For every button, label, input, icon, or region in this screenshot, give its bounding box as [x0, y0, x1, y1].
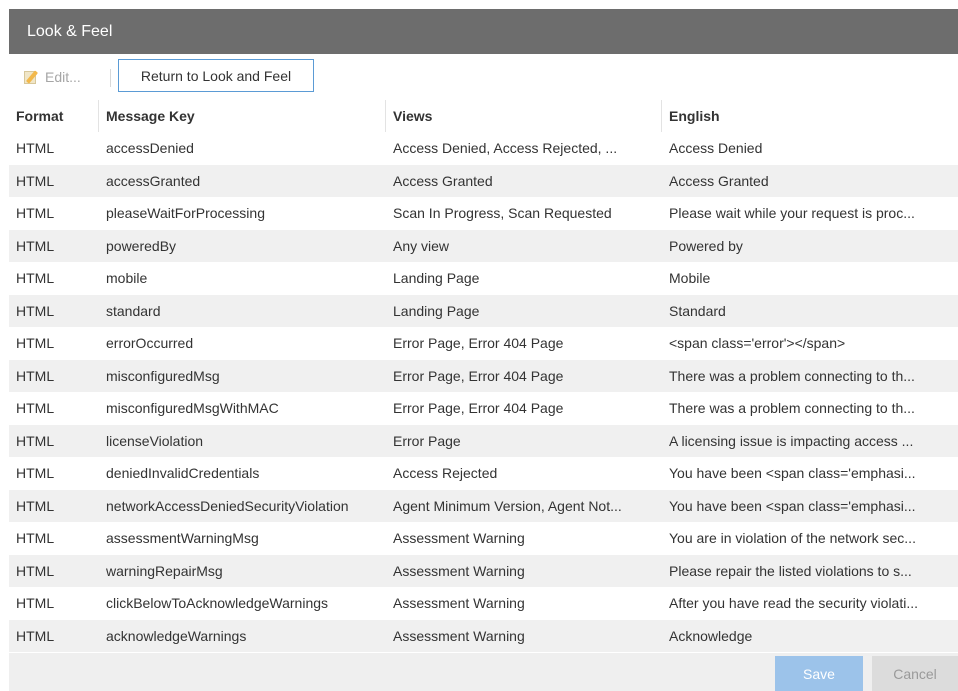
- table-header: Format Message Key Views English: [9, 100, 958, 132]
- cell-message-key: mobile: [106, 270, 148, 286]
- table-row[interactable]: HTML mobile Landing Page Mobile: [9, 262, 958, 295]
- column-header-english[interactable]: English: [662, 100, 958, 132]
- cell-english: There was a problem connecting to th...: [669, 400, 915, 416]
- cell-message-key: clickBelowToAcknowledgeWarnings: [106, 595, 329, 611]
- table-row[interactable]: HTML networkAccessDeniedSecurityViolation…: [9, 489, 958, 522]
- cell-english: After you have read the security violati…: [669, 595, 919, 611]
- cell-views: Error Page: [393, 432, 461, 449]
- cell-views: Error Page, Error 404 Page: [393, 400, 564, 416]
- window-title: Look & Feel: [27, 23, 113, 40]
- cell-english: <span class='error'></span>: [669, 335, 846, 351]
- table-row[interactable]: HTML misconfiguredMsgWithMAC Error Page, E…: [9, 392, 958, 425]
- cell-english: You are in violation of the network sec.…: [669, 530, 916, 546]
- dialog-footer: Save Cancel: [9, 653, 958, 691]
- cell-views: Scan In Progress, Scan Requested: [393, 205, 612, 221]
- table-row[interactable]: HTML pleaseWaitForProcessing Scan In Progr…: [9, 197, 958, 230]
- cell-views: Any view: [393, 237, 450, 254]
- cell-english: Standard: [669, 302, 726, 319]
- cell-message-key: assessmentWarningMsg: [106, 530, 259, 546]
- cell-english: Powered by: [669, 237, 743, 254]
- cell-views: Error Page, Error 404 Page: [393, 335, 564, 351]
- cell-views: Assessment Warning: [393, 627, 525, 644]
- cell-format: HTML: [16, 237, 55, 254]
- cell-views: Agent Minimum Version, Agent Not...: [393, 497, 622, 514]
- cell-message-key: pleaseWaitForProcessing: [106, 205, 265, 221]
- cell-english: Acknowledge: [669, 627, 753, 644]
- cell-message-key: misconfiguredMsg: [106, 367, 220, 384]
- cell-message-key: errorOccurred: [106, 335, 194, 351]
- cell-format: HTML: [16, 562, 55, 579]
- cell-english: Access Granted: [669, 172, 769, 189]
- cell-format: HTML: [16, 140, 55, 156]
- cell-message-key: accessGranted: [106, 172, 201, 189]
- table-row[interactable]: HTML deniedInvalidCredentials Access Rejec…: [9, 457, 958, 490]
- cell-format: HTML: [16, 627, 55, 644]
- cell-message-key: licenseViolation: [106, 432, 204, 449]
- cell-english: Please wait while your request is proc..…: [669, 205, 915, 221]
- cell-message-key: deniedInvalidCredentials: [106, 465, 260, 481]
- table-row[interactable]: HTML errorOccurred Error Page, Error 404 P…: [9, 327, 958, 360]
- cell-format: HTML: [16, 172, 55, 189]
- cell-english: A licensing issue is impacting access ..…: [669, 432, 914, 449]
- cell-views: Landing Page: [393, 270, 480, 286]
- edit-button-label: Edit...: [45, 69, 81, 85]
- cell-format: HTML: [16, 270, 55, 286]
- message-table: Format Message Key Views English HTML acc…: [9, 100, 958, 652]
- cell-english: Mobile: [669, 270, 711, 286]
- window-titlebar: Look & Feel: [9, 9, 958, 54]
- table-row[interactable]: HTML clickBelowToAcknowledgeWarnings Asses…: [9, 587, 958, 620]
- cell-english: You have been <span class='emphasi...: [669, 465, 916, 481]
- toolbar: Edit... Return to Look and Feel: [9, 54, 958, 100]
- cancel-button[interactable]: Cancel: [872, 656, 958, 691]
- cell-english: Please repair the listed violations to s…: [669, 562, 912, 579]
- cell-message-key: accessDenied: [106, 140, 194, 156]
- cell-views: Assessment Warning: [393, 595, 525, 611]
- cell-views: Access Rejected: [393, 465, 498, 481]
- cell-format: HTML: [16, 465, 55, 481]
- column-header-views[interactable]: Views: [386, 100, 662, 132]
- table-row[interactable]: HTML warningRepairMsg Assessment Warning Pl…: [9, 554, 958, 587]
- cell-format: HTML: [16, 595, 55, 611]
- cell-format: HTML: [16, 530, 55, 546]
- save-button[interactable]: Save: [775, 656, 863, 691]
- cell-format: HTML: [16, 205, 55, 221]
- cell-english: Access Denied: [669, 140, 763, 156]
- edit-icon: [23, 69, 39, 85]
- cell-format: HTML: [16, 497, 55, 514]
- cell-message-key: networkAccessDeniedSecurityViolation: [106, 497, 349, 514]
- cell-format: HTML: [16, 335, 55, 351]
- cell-english: There was a problem connecting to th...: [669, 367, 915, 384]
- edit-button[interactable]: Edit...: [23, 66, 81, 88]
- table-row[interactable]: HTML standard Landing Page Standard: [9, 294, 958, 327]
- cell-message-key: poweredBy: [106, 237, 177, 254]
- cell-views: Access Denied, Access Rejected, ...: [393, 140, 618, 156]
- table-row[interactable]: HTML accessDenied Access Denied, Access Re…: [9, 132, 958, 165]
- cell-format: HTML: [16, 400, 55, 416]
- table-body: HTML accessDenied Access Denied, Access Re…: [9, 132, 958, 652]
- cell-views: Access Granted: [393, 172, 493, 189]
- table-row[interactable]: HTML poweredBy Any view Powered by: [9, 229, 958, 262]
- cell-message-key: warningRepairMsg: [106, 562, 223, 579]
- toolbar-separator: [110, 69, 111, 87]
- cell-format: HTML: [16, 367, 55, 384]
- cell-format: HTML: [16, 302, 55, 319]
- cell-english: You have been <span class='emphasi...: [669, 497, 916, 514]
- cell-format: HTML: [16, 432, 55, 449]
- table-row[interactable]: HTML misconfiguredMsg Error Page, Error 40…: [9, 359, 958, 392]
- column-header-message-key[interactable]: Message Key: [99, 100, 386, 132]
- cell-views: Landing Page: [393, 302, 480, 319]
- cell-message-key: standard: [106, 302, 161, 319]
- table-row[interactable]: HTML licenseViolation Error Page A licensin…: [9, 424, 958, 457]
- column-header-format[interactable]: Format: [9, 100, 99, 132]
- table-row[interactable]: HTML assessmentWarningMsg Assessment Warni…: [9, 522, 958, 555]
- table-row[interactable]: HTML acknowledgeWarnings Assessment Warnin…: [9, 619, 958, 652]
- return-to-look-and-feel-button[interactable]: Return to Look and Feel: [118, 59, 314, 92]
- cell-message-key: acknowledgeWarnings: [106, 627, 247, 644]
- table-row[interactable]: HTML accessGranted Access Granted Access Gr…: [9, 164, 958, 197]
- cell-views: Assessment Warning: [393, 530, 525, 546]
- cell-views: Error Page, Error 404 Page: [393, 367, 564, 384]
- cell-message-key: misconfiguredMsgWithMAC: [106, 400, 279, 416]
- cell-views: Assessment Warning: [393, 562, 525, 579]
